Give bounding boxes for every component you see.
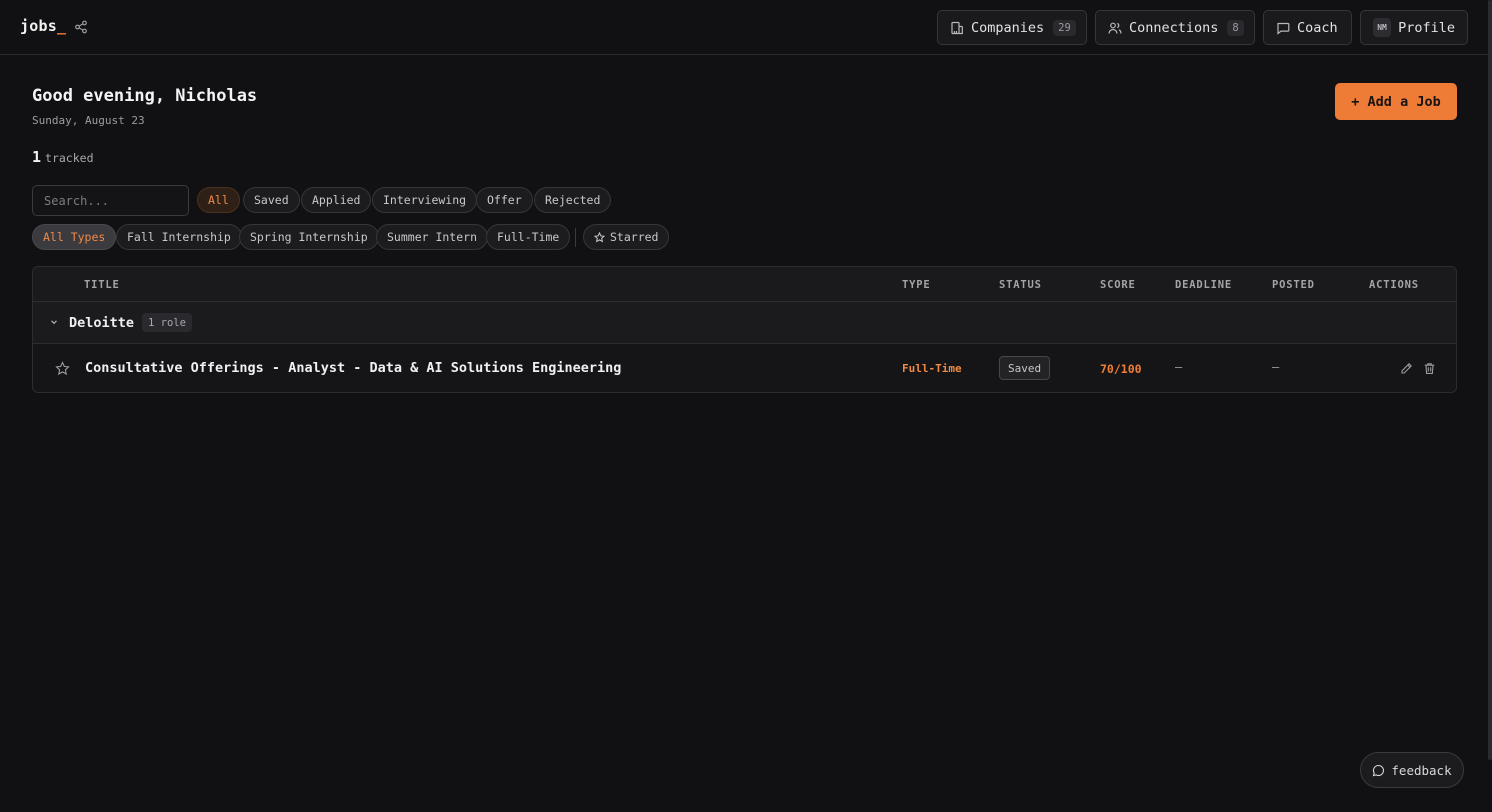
filter-divider (575, 228, 576, 247)
star-icon (594, 231, 605, 242)
page-greeting: Good evening, Nicholas (32, 86, 258, 106)
job-type: Full-Time (902, 362, 962, 375)
add-job-label: + Add a Job (1351, 93, 1441, 110)
filter-type-all[interactable]: All Types (32, 224, 117, 250)
filter-type-fall-internship[interactable]: Fall Internship (116, 224, 242, 250)
add-job-button[interactable]: + Add a Job (1335, 83, 1457, 120)
message-circle-icon (1373, 764, 1385, 776)
pencil-icon[interactable] (1400, 362, 1413, 375)
role-count-badge: 1 role (142, 313, 192, 332)
brand-name: jobs (20, 17, 57, 35)
table-header: TITLE TYPE STATUS SCORE DEADLINE POSTED … (33, 267, 1456, 302)
job-deadline: — (1175, 360, 1183, 374)
trash-icon[interactable] (1423, 362, 1436, 375)
filter-label: All Types (43, 230, 106, 244)
connections-button[interactable]: Connections 8 (1095, 10, 1255, 45)
brand-cursor: _ (56, 17, 67, 35)
companies-label: Companies (971, 19, 1045, 36)
company-group-row[interactable]: Deloitte 1 role (33, 302, 1456, 344)
brand-logo[interactable]: jobs_ (20, 17, 66, 35)
users-icon (1108, 22, 1122, 34)
filter-status-interviewing[interactable]: Interviewing (372, 187, 478, 213)
companies-button[interactable]: Companies 29 (937, 10, 1087, 45)
column-header-title[interactable]: TITLE (84, 279, 120, 291)
connections-label: Connections (1129, 19, 1219, 36)
column-header-score[interactable]: SCORE (1100, 279, 1136, 291)
filter-status-all[interactable]: All (197, 187, 240, 213)
coach-label: Coach (1297, 19, 1338, 36)
filter-label: All (208, 193, 229, 207)
filter-label: Interviewing (383, 193, 467, 207)
filter-starred[interactable]: Starred (583, 224, 670, 250)
coach-button[interactable]: Coach (1263, 10, 1352, 45)
tracked-label: tracked (45, 151, 94, 165)
filter-label: Applied (312, 193, 361, 207)
current-date: Sunday, August 23 (32, 114, 145, 127)
filter-label: Fall Internship (127, 230, 231, 244)
filter-status-applied[interactable]: Applied (301, 187, 372, 213)
avatar: NM (1373, 18, 1392, 37)
filter-label: Starred (610, 230, 659, 244)
profile-label: Profile (1398, 19, 1455, 36)
chevron-down-icon[interactable] (49, 317, 59, 327)
column-header-deadline[interactable]: DEADLINE (1175, 279, 1232, 291)
filter-label: Summer Intern (387, 230, 478, 244)
star-icon[interactable] (55, 361, 70, 376)
filter-status-offer[interactable]: Offer (476, 187, 533, 213)
filter-status-saved[interactable]: Saved (243, 187, 300, 213)
table-row[interactable]: Consultative Offerings - Analyst - Data … (33, 344, 1456, 392)
connections-count: 8 (1227, 19, 1244, 36)
job-posted: — (1272, 360, 1280, 374)
filter-label: Saved (254, 193, 289, 207)
profile-button[interactable]: NM Profile (1360, 10, 1468, 45)
share-icon[interactable] (74, 20, 88, 34)
companies-count: 29 (1053, 19, 1076, 36)
feedback-label: feedback (1391, 762, 1452, 778)
building-icon (951, 21, 963, 34)
page-scrollbar[interactable] (1488, 0, 1492, 760)
column-header-type[interactable]: TYPE (902, 279, 931, 291)
job-score: 70/100 (1100, 362, 1142, 376)
job-title[interactable]: Consultative Offerings - Analyst - Data … (85, 360, 621, 376)
top-bar: jobs_ Companies 29 Connections 8 Coach N… (0, 0, 1492, 55)
filter-label: Full-Time (497, 230, 560, 244)
filter-label: Offer (487, 193, 522, 207)
filter-type-spring-internship[interactable]: Spring Internship (239, 224, 379, 250)
filter-status-rejected[interactable]: Rejected (534, 187, 612, 213)
column-header-posted[interactable]: POSTED (1272, 279, 1315, 291)
tracked-summary: 1 tracked (32, 148, 94, 166)
jobs-table: TITLE TYPE STATUS SCORE DEADLINE POSTED … (32, 266, 1457, 393)
column-header-status[interactable]: STATUS (999, 279, 1042, 291)
filter-type-full-time[interactable]: Full-Time (486, 224, 571, 250)
feedback-button[interactable]: feedback (1360, 752, 1464, 788)
filter-type-summer-intern[interactable]: Summer Intern (376, 224, 489, 250)
status-badge[interactable]: Saved (999, 356, 1051, 380)
filter-label: Rejected (545, 193, 601, 207)
filter-label: Spring Internship (250, 230, 368, 244)
search-input[interactable] (32, 185, 189, 216)
company-name: Deloitte (69, 315, 135, 331)
column-header-actions: ACTIONS (1369, 279, 1419, 291)
tracked-count: 1 (32, 148, 42, 166)
chat-icon (1277, 22, 1290, 35)
